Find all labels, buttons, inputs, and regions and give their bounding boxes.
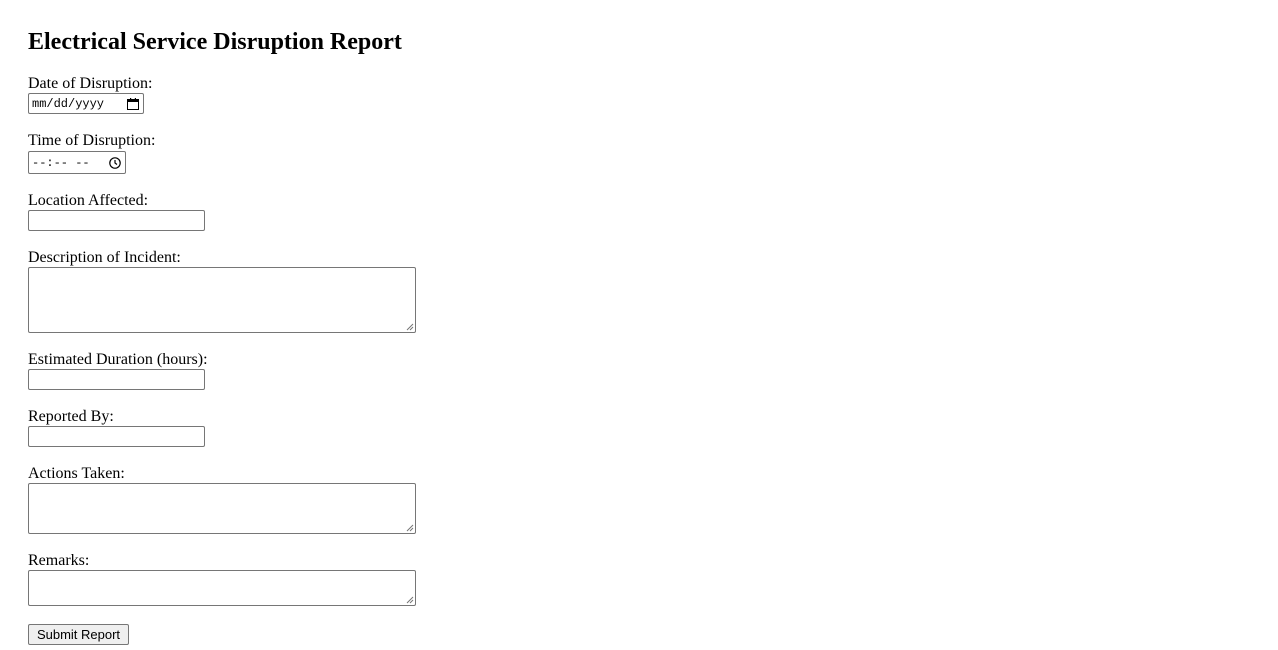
report-page: Electrical Service Disruption Report Dat… bbox=[0, 0, 1278, 650]
remarks-label: Remarks: bbox=[28, 552, 90, 569]
date-placeholder: mm/dd/yyyy bbox=[32, 96, 105, 111]
location-label: Location Affected: bbox=[28, 192, 149, 209]
reported-by-field[interactable] bbox=[28, 426, 205, 447]
time-input[interactable]: --:-- -- bbox=[28, 151, 126, 174]
date-input[interactable]: mm/dd/yyyy bbox=[28, 93, 144, 114]
submit-report-button[interactable]: Submit Report bbox=[28, 624, 129, 645]
duration-field[interactable] bbox=[28, 369, 205, 390]
description-label: Description of Incident: bbox=[28, 249, 181, 266]
resize-grip-icon[interactable] bbox=[406, 596, 414, 604]
clock-icon[interactable] bbox=[109, 156, 121, 169]
resize-grip-icon[interactable] bbox=[406, 323, 414, 331]
resize-grip-icon[interactable] bbox=[406, 524, 414, 532]
actions-textarea[interactable] bbox=[28, 483, 416, 534]
description-textarea[interactable] bbox=[28, 267, 416, 333]
page-title: Electrical Service Disruption Report bbox=[28, 29, 402, 55]
actions-label: Actions Taken: bbox=[28, 465, 125, 482]
calendar-icon[interactable] bbox=[127, 97, 139, 110]
time-label: Time of Disruption: bbox=[28, 132, 156, 149]
date-label: Date of Disruption: bbox=[28, 75, 153, 92]
time-placeholder: --:-- -- bbox=[32, 155, 90, 170]
duration-label: Estimated Duration (hours): bbox=[28, 351, 208, 368]
location-field[interactable] bbox=[28, 210, 205, 231]
remarks-textarea[interactable] bbox=[28, 570, 416, 606]
reported-by-label: Reported By: bbox=[28, 408, 114, 425]
